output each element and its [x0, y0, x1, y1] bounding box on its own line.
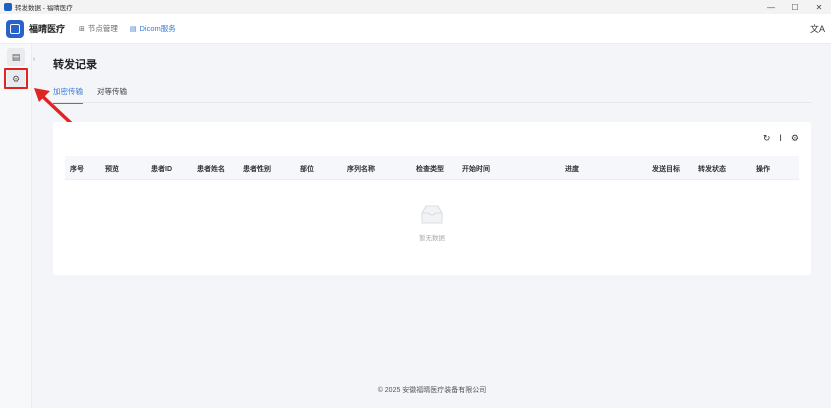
column-header: 部位: [300, 166, 314, 173]
brand-logo-icon: [6, 19, 24, 38]
nav-item-node-management[interactable]: ⊞ 节点管理: [79, 23, 118, 34]
sidebar: ▤ ⚙: [0, 44, 32, 408]
records-card: ↻ Ι ⚙ 序号 预览 患者ID 患者姓名 患者性别 部位 序列名称 检查类型 …: [53, 122, 811, 275]
refresh-icon[interactable]: ↻: [763, 133, 771, 144]
column-header: 预览: [105, 166, 119, 173]
table-header: 序号 预览 患者ID 患者姓名 患者性别 部位 序列名称 检查类型 开始时间 进…: [65, 156, 799, 180]
column-header: 转发状态: [698, 166, 726, 173]
page-title: 转发记录: [53, 59, 97, 71]
column-header: 患者ID: [151, 166, 172, 173]
window-titlebar: 转发数据 - 福晴医疗 — ☐ ✕: [0, 0, 831, 14]
top-nav: 福晴医疗 ⊞ 节点管理 ▤ Dicom服务 文A: [0, 14, 831, 44]
column-header: 开始时间: [462, 166, 490, 173]
minimize-button[interactable]: —: [759, 0, 783, 14]
window-controls: — ☐ ✕: [759, 0, 831, 14]
window-title: 转发数据 - 福晴医疗: [15, 5, 73, 12]
column-height-icon[interactable]: Ι: [779, 133, 782, 144]
document-icon: ▤: [129, 25, 137, 33]
nav-item-label: 节点管理: [87, 24, 118, 33]
column-header: 患者姓名: [197, 166, 225, 173]
column-header: 操作: [756, 166, 770, 173]
column-header: 检查类型: [416, 166, 444, 173]
column-header: 序列名称: [347, 166, 375, 173]
app-icon: [4, 3, 12, 11]
empty-inbox-icon: [421, 205, 443, 224]
column-header: 序号: [70, 166, 84, 173]
main-content: 转发记录 加密传输 对等传输 ↻ Ι ⚙ 序号 预览 患者ID 患者姓名 患者性…: [33, 44, 831, 408]
nav-item-label: Dicom服务: [139, 24, 176, 33]
settings-icon[interactable]: ⚙: [791, 133, 799, 144]
footer-copyright: © 2025 安徽福晴医疗装备有限公司: [377, 387, 487, 394]
column-header: 发送目标: [652, 166, 680, 173]
column-header: 进度: [565, 166, 579, 173]
table-toolbar: ↻ Ι ⚙: [754, 133, 799, 144]
list-icon: ▤: [11, 51, 21, 62]
nav-item-dicom-service[interactable]: ▤ Dicom服务: [130, 23, 176, 34]
column-header: 患者性别: [243, 166, 271, 173]
sidebar-item-records[interactable]: ▤: [7, 48, 25, 66]
highlight-annotation: [4, 68, 28, 89]
brand-name: 福晴医疗: [29, 24, 66, 34]
maximize-button[interactable]: ☐: [783, 0, 807, 14]
close-button[interactable]: ✕: [807, 0, 831, 14]
translate-icon[interactable]: 文A: [810, 22, 825, 35]
empty-state-text: 暂无数据: [419, 235, 445, 242]
tabs-divider: [53, 102, 811, 103]
grid-icon: ⊞: [79, 25, 85, 33]
